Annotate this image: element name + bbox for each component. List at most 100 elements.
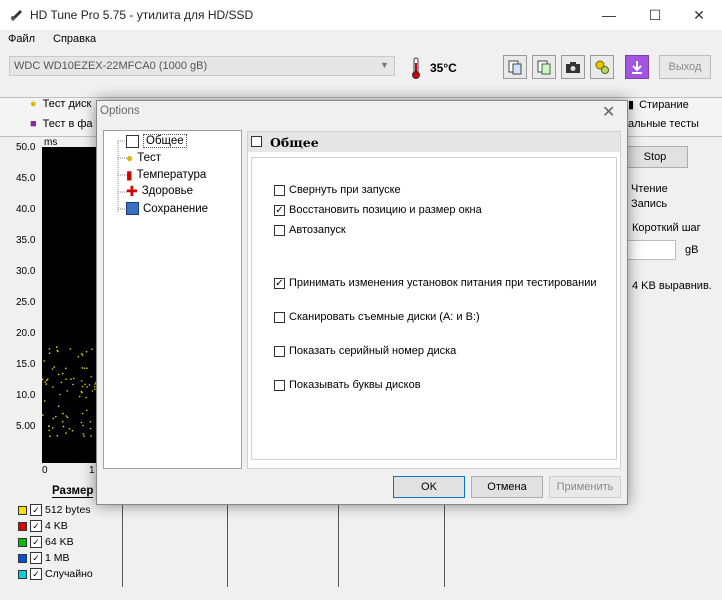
align-checkbox-label[interactable]: 4 KB выравнив. [632,280,712,292]
scatter-point [55,415,57,418]
write-radio-label[interactable]: Запись [631,198,667,210]
read-radio-label[interactable]: Чтение [631,183,668,195]
scatter-point [86,409,88,412]
option-checkbox[interactable] [274,345,285,357]
divider [227,505,228,587]
option-checkbox[interactable] [274,184,285,196]
menu-file[interactable]: Файл [8,33,35,45]
size-column-header: Размер [52,485,94,498]
scatter-point [45,383,48,385]
scatter-point [51,368,54,370]
y-tick: 35.0 [16,235,36,246]
scatter-point [42,378,44,381]
ok-button[interactable]: OK [393,476,465,498]
short-step-checkbox-label[interactable]: Короткий шаг [632,222,701,234]
y-tick: 25.0 [16,297,36,308]
tree-item-temperature[interactable]: ▮ Температура [126,168,206,182]
tree-item-health-label: Здоровье [141,185,194,197]
option-checkbox-row[interactable]: Показать серийный номер диска [274,345,456,357]
general-icon [126,134,139,148]
bulb-icon: ● [126,151,134,165]
y-tick: 30.0 [16,266,36,277]
legend-checkbox[interactable]: ✓ [30,504,42,516]
maximize-button[interactable]: ☐ [632,0,678,30]
apply-button[interactable]: Применить [549,476,621,498]
legend-label: 1 MB [45,552,70,564]
y-tick: 15.0 [16,359,36,370]
tree-item-general[interactable]: Общее [126,134,187,148]
legend-label: 512 bytes [45,504,91,516]
scatter-point [81,385,84,388]
option-checkbox-row[interactable]: ✓ Принимать изменения установок питания п… [274,277,597,289]
scatter-point [45,379,48,381]
option-checkbox-row[interactable]: ✓ Восстановить позицию и размер окна [274,204,482,216]
tab-erase[interactable]: ▮ Стирание [628,98,689,112]
menu-bar [0,30,722,49]
scatter-point [52,386,54,388]
tree-item-save[interactable]: Сохранение [126,202,208,215]
option-checkbox[interactable] [274,311,285,323]
scatter-point [91,390,94,392]
scatter-point [62,425,65,428]
option-checkbox[interactable] [274,379,285,391]
stop-button[interactable]: Stop [622,146,688,168]
scatter-point [65,432,67,434]
legend-item[interactable]: ✓ 512 bytes [18,504,91,516]
screenshot-button[interactable] [561,55,585,79]
drive-select-value: WDC WD10EZEX-22MFCA0 (1000 gB) [14,60,208,72]
size-stepper[interactable] [622,240,676,260]
option-checkbox[interactable]: ✓ [274,277,285,289]
scatter-point [82,433,85,435]
legend-checkbox[interactable]: ✓ [30,552,42,564]
trash-icon: ▮ [628,99,635,111]
menu-help[interactable]: Справка [53,33,96,45]
scatter-point [89,427,92,430]
legend-item[interactable]: ✓ 64 KB [18,536,74,548]
option-checkbox-row[interactable]: Автозапуск [274,224,346,236]
copy-info-button[interactable] [503,55,527,79]
copy-text-button[interactable] [532,55,556,79]
option-label: Показывать буквы дисков [289,379,421,391]
cancel-button[interactable]: Отмена [471,476,543,498]
tree-item-test[interactable]: ● Тест [126,151,161,165]
general-icon [251,136,262,147]
scatter-point [72,383,74,386]
option-label: Автозапуск [289,224,346,236]
tab-disk-test-label: Тест диск [42,98,92,110]
exit-button[interactable]: Выход [659,55,711,79]
tab-disk-test[interactable]: ● Тест диск [30,98,91,110]
minimize-button[interactable]: — [586,0,632,30]
scatter-point [68,427,71,430]
save-button[interactable] [625,55,649,79]
close-button[interactable]: ✕ [676,0,722,30]
legend-checkbox[interactable]: ✓ [30,568,42,580]
scatter-point [90,375,92,378]
x-tick-1: 1 [89,465,95,476]
option-checkbox[interactable]: ✓ [274,204,285,216]
scatter-point [58,373,60,376]
options-button[interactable] [590,55,614,79]
scatter-point [80,353,83,355]
option-checkbox-row[interactable]: Сканировать съемные диски (A: и B:) [274,311,480,323]
scatter-point [65,367,67,370]
divider [444,505,445,587]
scatter-point [84,383,86,386]
dialog-close-button[interactable]: ✕ [602,102,615,122]
option-checkbox-row[interactable]: Свернуть при запуске [274,184,401,196]
size-unit: gB [685,244,699,256]
legend-checkbox[interactable]: ✓ [30,520,42,532]
legend-label: 64 KB [45,536,74,548]
divider [122,505,123,587]
option-checkbox-row[interactable]: Показывать буквы дисков [274,379,421,391]
legend-item[interactable]: ✓ 4 KB [18,520,68,532]
bulb-icon: ● [30,98,37,110]
option-checkbox[interactable] [274,224,285,236]
legend-checkbox[interactable]: ✓ [30,536,42,548]
scatter-point [52,417,55,420]
tab-extra-tests[interactable]: альные тесты [628,118,699,130]
tab-file-test[interactable]: ■ Тест в фа [30,118,93,130]
legend-item[interactable]: ✓ 1 MB [18,552,70,564]
legend-item[interactable]: ✓ Случайно [18,568,93,580]
app-icon [11,10,22,21]
tree-item-health[interactable]: ✚ Здоровье [126,184,194,198]
